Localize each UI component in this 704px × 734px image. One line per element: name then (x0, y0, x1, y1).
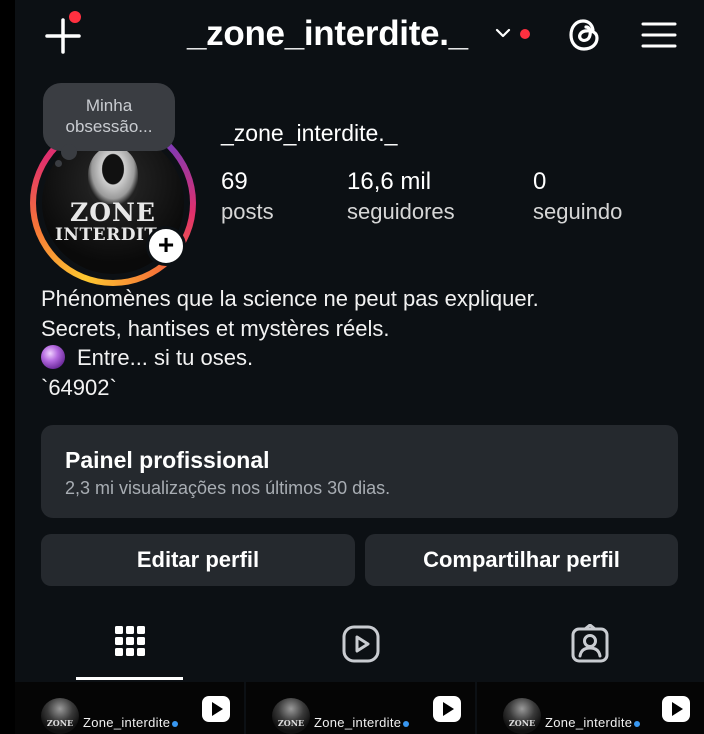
profile-note[interactable]: Minha obsessão... (43, 83, 175, 151)
bio-line-text: Entre... si tu oses. (77, 345, 254, 370)
add-story-plus-icon[interactable]: + (146, 226, 186, 266)
stat-value: 16,6 mil (347, 168, 432, 195)
dashboard-title: Painel profissional (65, 447, 270, 473)
chevron-down-icon[interactable] (494, 24, 512, 42)
stat-value: 69 (221, 168, 248, 195)
post-thumbnail[interactable]: ZONE Zone_interdite (477, 682, 704, 734)
zone-logo-icon: ZONE (503, 698, 541, 734)
tab-posts-grid[interactable] (76, 600, 183, 680)
post-thumbnail[interactable]: ZONE Zone_interdite (246, 682, 475, 734)
verified-badge-icon (403, 721, 410, 727)
bio-line: Phénomènes que la science ne peut pas ex… (41, 286, 539, 311)
stat-posts[interactable]: 69 posts (221, 167, 274, 227)
profile-name: _zone_interdite._ (221, 120, 398, 146)
share-profile-button[interactable]: Compartilhar perfil (365, 534, 678, 586)
zone-logo-icon: ZONE (41, 698, 79, 734)
verified-badge-icon (172, 721, 179, 727)
bio-line: Entre... si tu oses. (41, 343, 681, 373)
profile-screen: _zone_interdite._ ZONE INTERDITE + Minha… (15, 0, 704, 734)
reel-play-icon (202, 696, 230, 722)
tagged-icon (571, 624, 609, 663)
stat-label: posts (221, 199, 274, 224)
account-switcher-username[interactable]: _zone_interdite._ (187, 14, 468, 54)
top-bar: _zone_interdite._ (15, 0, 704, 72)
stat-following[interactable]: 0 seguindo (533, 167, 622, 227)
thumbnail-account: Zone_interdite (83, 715, 179, 730)
professional-dashboard-card[interactable]: Painel profissional 2,3 mi visualizações… (41, 425, 678, 518)
reels-icon (342, 625, 380, 663)
stat-followers[interactable]: 16,6 mil seguidores (347, 167, 455, 227)
stat-label: seguindo (533, 199, 623, 224)
dashboard-subtitle: 2,3 mi visualizações nos últimos 30 dias… (65, 478, 391, 498)
threads-icon[interactable] (566, 16, 604, 54)
notification-dot (69, 11, 81, 23)
bio-line: `64902` (41, 374, 117, 400)
active-tab-indicator (76, 677, 183, 680)
grid-icon (115, 626, 145, 656)
tab-reels[interactable] (301, 600, 421, 680)
thumbnail-account: Zone_interdite (314, 715, 410, 730)
note-bubble-tail (61, 144, 77, 160)
bio-line: Secrets, hantises et mystères réels. (41, 315, 390, 341)
avatar-logo-text: ZONE (70, 198, 156, 227)
verified-badge-icon (634, 721, 641, 727)
thumbnail-account: Zone_interdite (545, 715, 641, 730)
profile-bio: Phénomènes que la science ne peut pas ex… (41, 284, 681, 402)
hooded-figure-icon (88, 146, 138, 204)
reel-play-icon (662, 696, 690, 722)
edit-profile-button[interactable]: Editar perfil (41, 534, 355, 586)
crystal-ball-icon (41, 345, 65, 369)
stat-value: 0 (533, 168, 547, 195)
posts-grid: ZONE Zone_interdite ZONE Zone_interdite … (15, 682, 704, 734)
hamburger-menu-icon[interactable] (641, 20, 677, 50)
post-thumbnail[interactable]: ZONE Zone_interdite (15, 682, 244, 734)
tab-tagged[interactable] (529, 600, 649, 680)
zone-logo-icon: ZONE (272, 698, 310, 734)
account-notification-dot (520, 29, 530, 39)
reel-play-icon (433, 696, 461, 722)
stat-label: seguidores (347, 199, 455, 224)
note-bubble-tail-small (55, 160, 62, 167)
